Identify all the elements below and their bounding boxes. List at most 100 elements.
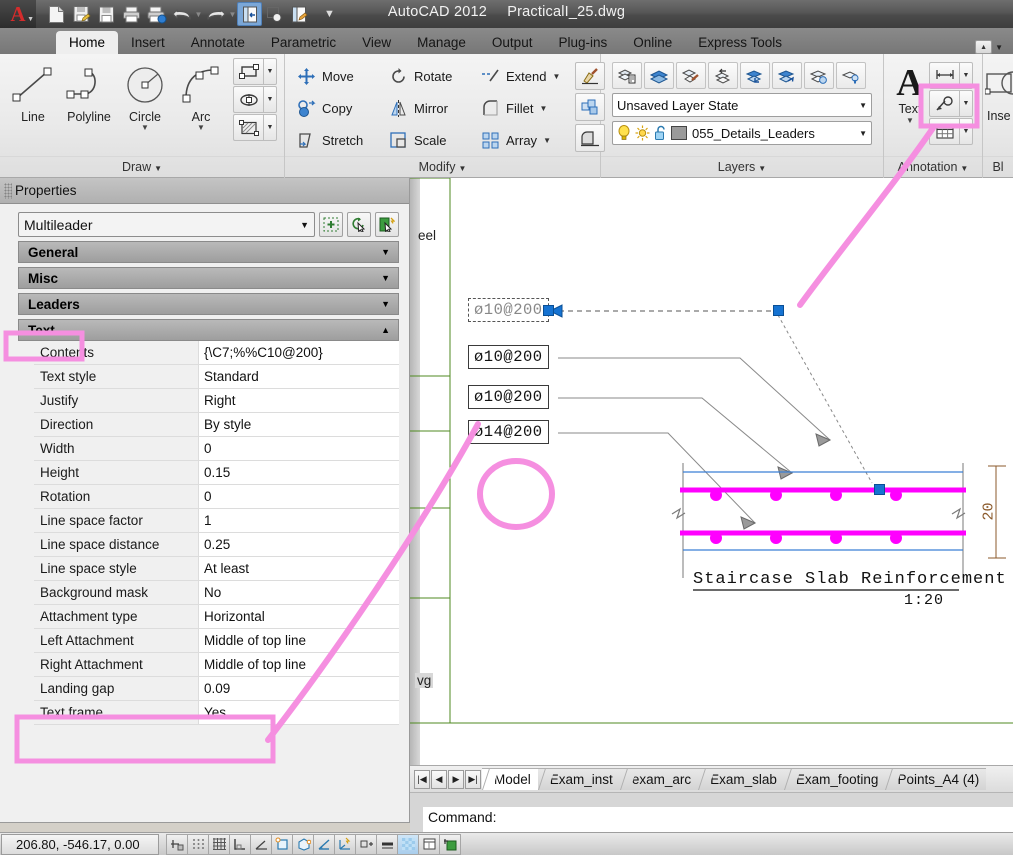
property-value[interactable]: {\C7;%%C10@200} [199, 341, 399, 364]
modify-stretch-button[interactable]: Stretch [293, 126, 385, 154]
layout-tab-points-a4[interactable]: Points_A4 (4) [885, 768, 987, 790]
modify-move-button[interactable]: Move [293, 62, 385, 90]
undo-dropdown[interactable]: ▼ [194, 10, 203, 19]
property-value[interactable]: Horizontal [199, 605, 399, 628]
property-value[interactable]: 0.15 [199, 461, 399, 484]
property-value[interactable]: Middle of top line [199, 653, 399, 676]
application-menu-button[interactable]: A ▼ [0, 0, 36, 28]
category-general[interactable]: General ▼ [18, 241, 399, 263]
rectangle-icon[interactable] [233, 58, 263, 85]
layer-previous-icon[interactable] [708, 62, 738, 89]
table-icon[interactable] [929, 118, 959, 145]
property-value[interactable]: Right [199, 389, 399, 412]
layout-tab-model[interactable]: Model [482, 768, 538, 790]
layer-properties-icon[interactable] [612, 62, 642, 89]
layout-tab-exam-slab[interactable]: Exam_slab [698, 768, 784, 790]
leader-label-2[interactable]: ø10@200 [468, 345, 549, 369]
panel-block-title[interactable]: Bl [983, 156, 1013, 178]
modify-extend-button[interactable]: Extend ▼ [477, 62, 569, 90]
property-row-height[interactable]: Height 0.15 [34, 461, 399, 485]
layer-unisolate-icon[interactable] [772, 62, 802, 89]
category-misc[interactable]: Misc ▼ [18, 267, 399, 289]
workspace-icon[interactable] [287, 2, 312, 26]
first-tab-icon[interactable]: |◀ [414, 769, 430, 789]
extend-dropdown-icon[interactable]: ▼ [552, 72, 560, 81]
command-line-grip[interactable] [410, 793, 423, 833]
minimize-dropdown-icon[interactable]: ▼ [995, 43, 1003, 52]
layer-match-icon[interactable] [676, 62, 706, 89]
layout-tab-exam-arc[interactable]: exam_arc [619, 768, 699, 790]
tab-online[interactable]: Online [620, 31, 685, 55]
property-row-text-style[interactable]: Text style Standard [34, 365, 399, 389]
modify-rotate-button[interactable]: Rotate [385, 62, 477, 90]
draw-circle-button[interactable]: Circle ▼ [117, 58, 173, 154]
layout-tab-exam-footing[interactable]: Exam_footing [783, 768, 886, 790]
tab-output[interactable]: Output [479, 31, 546, 55]
coordinates-display[interactable]: 206.80, -546.17, 0.00 [1, 833, 159, 855]
property-value[interactable]: Middle of top line [199, 629, 399, 652]
property-value[interactable]: At least [199, 557, 399, 580]
selection-cycling-icon[interactable] [439, 833, 461, 855]
infer-constraints-icon[interactable] [166, 833, 188, 855]
layer-make-current-icon[interactable] [644, 62, 674, 89]
current-layer-combo[interactable]: 055_Details_Leaders ▼ [612, 121, 872, 145]
plot-icon[interactable] [119, 2, 144, 26]
layer-isolate-icon[interactable] [740, 62, 770, 89]
redo-icon[interactable] [203, 2, 228, 26]
hatch-icon[interactable] [233, 114, 263, 141]
properties-title-bar[interactable]: Properties [0, 178, 409, 204]
tab-view[interactable]: View [349, 31, 404, 55]
panel-annotation-title[interactable]: Annotation ▼ [884, 156, 982, 178]
fillet-dropdown-icon[interactable]: ▼ [539, 104, 547, 113]
category-leaders[interactable]: Leaders ▼ [18, 293, 399, 315]
property-value[interactable]: 1 [199, 509, 399, 532]
property-row-direction[interactable]: Direction By style [34, 413, 399, 437]
draw-polyline-button[interactable]: Polyline [61, 58, 117, 154]
property-row-rotation[interactable]: Rotation 0 [34, 485, 399, 509]
sheetset-icon[interactable] [237, 2, 262, 26]
property-value[interactable]: Yes [199, 701, 399, 724]
object-type-combo[interactable]: Multileader ▼ [18, 212, 315, 237]
panel-draw-title[interactable]: Draw ▼ [0, 156, 284, 178]
save-as-icon[interactable] [69, 2, 94, 26]
category-text[interactable]: Text ▲ [18, 319, 399, 341]
property-value[interactable]: Standard [199, 365, 399, 388]
layer-freeze-icon[interactable] [804, 62, 834, 89]
transparency-icon[interactable] [397, 833, 419, 855]
redo-dropdown[interactable]: ▼ [228, 10, 237, 19]
object-snap-icon[interactable] [271, 833, 293, 855]
grip-point-start[interactable] [543, 305, 554, 316]
property-row-landing-gap[interactable]: Landing gap 0.09 [34, 677, 399, 701]
property-row-justify[interactable]: Justify Right [34, 389, 399, 413]
save-icon[interactable] [94, 2, 119, 26]
quick-properties-icon[interactable] [418, 833, 440, 855]
leader-label-3[interactable]: ø10@200 [468, 385, 549, 409]
toggle-pickadd-icon[interactable] [319, 212, 343, 237]
property-row-attachment-type[interactable]: Attachment type Horizontal [34, 605, 399, 629]
next-tab-icon[interactable]: ▶ [448, 769, 464, 789]
lineweight-icon[interactable] [376, 833, 398, 855]
insert-block-icon[interactable] [984, 64, 1013, 109]
layout-tab-exam-inst[interactable]: Exam_inst [537, 768, 620, 790]
command-line-area[interactable]: Command: [410, 792, 1013, 833]
zoom-window-icon[interactable] [262, 2, 287, 26]
dynamic-ucs-icon[interactable] [334, 833, 356, 855]
object-snap-tracking-icon[interactable] [313, 833, 335, 855]
property-row-width[interactable]: Width 0 [34, 437, 399, 461]
plot-preview-icon[interactable] [144, 2, 169, 26]
circle-dropdown-icon[interactable]: ▼ [141, 124, 149, 132]
polar-tracking-icon[interactable] [250, 833, 272, 855]
dynamic-input-icon[interactable] [355, 833, 377, 855]
undo-icon[interactable] [169, 2, 194, 26]
prev-tab-icon[interactable]: ◀ [431, 769, 447, 789]
property-row-right-attachment[interactable]: Right Attachment Middle of top line [34, 653, 399, 677]
grip-point-end[interactable] [874, 484, 885, 495]
layer-off-icon[interactable] [836, 62, 866, 89]
rectangle-dropdown-icon[interactable]: ▼ [263, 58, 277, 85]
tab-express-tools[interactable]: Express Tools [685, 31, 795, 55]
property-row-line-space-factor[interactable]: Line space factor 1 [34, 509, 399, 533]
grid-display-icon[interactable] [208, 833, 230, 855]
dimension-dropdown-icon[interactable]: ▼ [959, 62, 973, 89]
table-dropdown-icon[interactable]: ▼ [959, 118, 973, 145]
last-tab-icon[interactable]: ▶| [465, 769, 481, 789]
